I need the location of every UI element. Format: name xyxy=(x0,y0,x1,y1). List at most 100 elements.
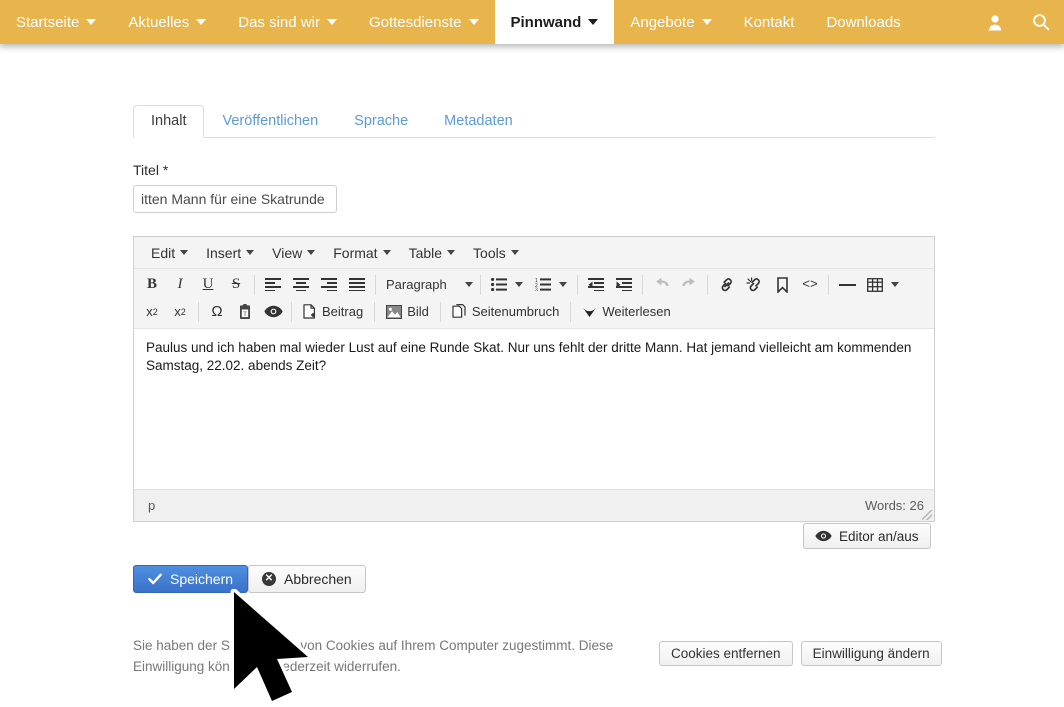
undo-icon[interactable] xyxy=(647,273,675,297)
insert-beitrag-button[interactable]: Beitrag xyxy=(296,300,370,324)
style-select[interactable]: Paragraph xyxy=(380,273,476,297)
numbered-list-split[interactable]: 123 xyxy=(529,273,573,297)
chevron-down-icon xyxy=(307,250,316,255)
menu-label: Format xyxy=(333,244,378,261)
nav-item-startseite[interactable]: Startseite xyxy=(0,0,112,44)
chevron-down-icon xyxy=(447,250,456,255)
insert-seitenumbruch-button[interactable]: Seitenumbruch xyxy=(445,300,566,324)
close-icon: ✕ xyxy=(262,572,276,586)
menu-format[interactable]: Format xyxy=(324,242,399,264)
menu-label: Table xyxy=(408,244,443,261)
special-character-icon[interactable]: Ω xyxy=(203,300,231,324)
horizontal-rule-icon[interactable] xyxy=(833,273,861,297)
paste-as-text-icon[interactable]: T xyxy=(231,300,259,324)
title-input[interactable] xyxy=(133,185,337,213)
nav-item-gottesdienste[interactable]: Gottesdienste xyxy=(353,0,495,44)
tab-label: Inhalt xyxy=(151,113,187,129)
indent-icon[interactable] xyxy=(610,273,638,297)
eye-icon xyxy=(815,530,832,542)
anchor-icon[interactable] xyxy=(768,273,796,297)
menu-label: Edit xyxy=(151,244,176,261)
align-left-icon[interactable] xyxy=(259,273,287,297)
nav-item-kontakt[interactable]: Kontakt xyxy=(728,0,811,44)
menu-insert[interactable]: Insert xyxy=(197,242,263,264)
outdent-icon[interactable] xyxy=(582,273,610,297)
tab-sprache[interactable]: Sprache xyxy=(336,105,426,138)
toolbar-row-2: x2 x2 Ω T Beitrag Bild Seitenumbruch Wei… xyxy=(138,298,930,325)
menu-edit[interactable]: Edit xyxy=(142,242,197,264)
bullet-list-icon[interactable] xyxy=(485,273,513,297)
toolbar-separator xyxy=(577,274,578,295)
nav-item-angebote[interactable]: Angebote xyxy=(614,0,727,44)
chevron-down-icon xyxy=(559,282,567,287)
nav-item-downloads[interactable]: Downloads xyxy=(810,0,916,44)
cancel-button[interactable]: ✕ Abbrechen xyxy=(248,565,366,593)
align-justify-icon[interactable] xyxy=(343,273,371,297)
redo-icon[interactable] xyxy=(675,273,703,297)
insert-weiterlesen-button[interactable]: Weiterlesen xyxy=(575,300,677,324)
menu-label: Insert xyxy=(206,244,242,261)
underline-icon[interactable]: U xyxy=(194,273,222,297)
save-button[interactable]: Speichern xyxy=(133,565,249,593)
toolbar-separator xyxy=(291,301,292,322)
toolbar-separator xyxy=(374,301,376,322)
menu-table[interactable]: Table xyxy=(400,242,464,264)
cookies-change-button[interactable]: Einwilligung ändern xyxy=(800,641,942,666)
chevron-down-icon xyxy=(468,19,479,25)
rich-text-editor: Edit Insert View Format Table Tools B I … xyxy=(133,236,935,522)
user-icon[interactable] xyxy=(972,0,1018,44)
menu-tools[interactable]: Tools xyxy=(464,242,528,264)
italic-icon[interactable]: I xyxy=(166,273,194,297)
superscript-icon[interactable]: x2 xyxy=(166,300,194,324)
toolbar-separator xyxy=(570,301,572,322)
nav-item-label: Angebote xyxy=(630,13,695,31)
preview-icon[interactable] xyxy=(259,300,287,324)
toolbar-button-label: Bild xyxy=(407,304,429,319)
editor-content-area[interactable]: Paulus und ich haben mal wieder Lust auf… xyxy=(134,329,934,489)
numbered-list-icon[interactable]: 123 xyxy=(529,273,557,297)
cookies-remove-button[interactable]: Cookies entfernen xyxy=(659,641,793,666)
tab-label: Sprache xyxy=(354,113,409,129)
tab-inhalt[interactable]: Inhalt xyxy=(133,105,205,138)
word-count: Words: 26 xyxy=(864,498,924,513)
align-center-icon[interactable] xyxy=(287,273,315,297)
table-icon[interactable] xyxy=(861,273,889,297)
nav-item-label: Aktuelles xyxy=(128,13,190,31)
editor-paragraph: Paulus und ich haben mal wieder Lust auf… xyxy=(146,340,912,373)
nav-item-das-sind-wir[interactable]: Das sind wir xyxy=(222,0,353,44)
chevron-down-icon xyxy=(326,19,337,25)
toolbar-separator xyxy=(375,274,376,295)
bullet-list-split[interactable] xyxy=(485,273,529,297)
toolbar-button-label: Beitrag xyxy=(322,304,364,319)
toolbar-separator xyxy=(439,301,441,322)
unlink-icon[interactable] xyxy=(740,273,768,297)
nav-item-aktuelles[interactable]: Aktuelles xyxy=(112,0,222,44)
cookies-change-label: Einwilligung ändern xyxy=(812,646,930,661)
editor-toggle-label: Editor an/aus xyxy=(839,528,919,544)
editor-menubar: Edit Insert View Format Table Tools xyxy=(134,237,934,269)
search-icon[interactable] xyxy=(1018,0,1064,44)
menu-view[interactable]: View xyxy=(263,242,324,264)
table-split[interactable] xyxy=(861,273,905,297)
nav-item-pinnwand[interactable]: Pinnwand xyxy=(494,0,615,44)
editor-toggle-button[interactable]: Editor an/aus xyxy=(803,523,931,549)
align-right-icon[interactable] xyxy=(315,273,343,297)
link-icon[interactable] xyxy=(712,273,740,297)
element-path[interactable]: p xyxy=(148,498,155,513)
editor-resize-handle[interactable] xyxy=(922,510,932,520)
strikethrough-icon[interactable]: S xyxy=(222,273,250,297)
editor-statusbar: p Words: 26 xyxy=(134,489,934,521)
insert-bild-button[interactable]: Bild xyxy=(379,300,436,324)
tab-veroeffentlichen[interactable]: Veröffentlichen xyxy=(204,105,336,138)
main-navigation: Startseite Aktuelles Das sind wir Gottes… xyxy=(0,0,1064,44)
tab-metadaten[interactable]: Metadaten xyxy=(426,105,531,138)
nav-item-label: Das sind wir xyxy=(238,13,320,31)
toolbar-separator xyxy=(198,301,199,322)
nav-item-label: Startseite xyxy=(16,13,80,31)
subscript-icon[interactable]: x2 xyxy=(138,300,166,324)
bold-icon[interactable]: B xyxy=(138,273,166,297)
cookies-remove-label: Cookies entfernen xyxy=(671,646,781,661)
source-code-icon[interactable]: <> xyxy=(796,273,824,297)
nav-item-label: Kontakt xyxy=(743,13,795,31)
